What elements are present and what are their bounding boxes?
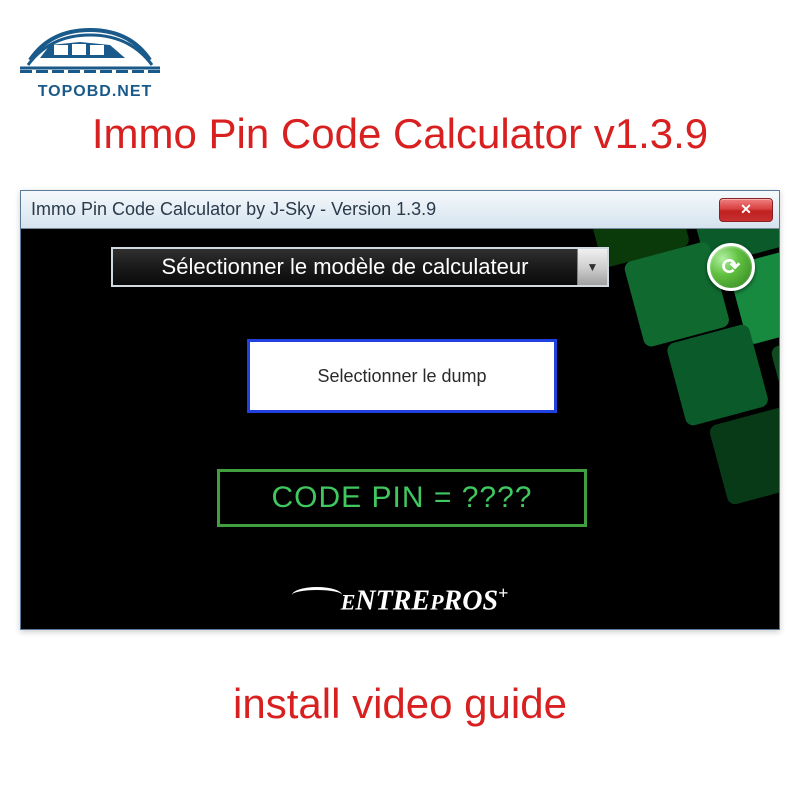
refresh-icon: ⟳	[722, 254, 740, 280]
window-title: Immo Pin Code Calculator by J-Sky - Vers…	[27, 199, 719, 220]
plus-icon: +	[498, 583, 508, 603]
app-window: Immo Pin Code Calculator by J-Sky - Vers…	[20, 190, 780, 630]
dropdown-label: Sélectionner le modèle de calculateur	[113, 254, 577, 280]
chevron-down-icon: ▼	[577, 249, 607, 285]
dump-button-label: Selectionner le dump	[317, 366, 486, 387]
close-button[interactable]: ✕	[719, 198, 773, 222]
code-pin-display: CODE PIN = ????	[217, 469, 587, 527]
car-logo-icon	[10, 10, 170, 80]
app-body: Sélectionner le modèle de calculateur ▼ …	[21, 229, 779, 629]
titlebar[interactable]: Immo Pin Code Calculator by J-Sky - Vers…	[21, 191, 779, 229]
footer-text: install video guide	[0, 680, 800, 728]
select-dump-button[interactable]: Selectionner le dump	[247, 339, 557, 413]
car-swoosh-icon	[292, 587, 342, 603]
code-pin-value: CODE PIN = ????	[272, 481, 533, 515]
brand-logo: ENTREPROS+	[21, 583, 779, 617]
brand-text: NTRE	[355, 585, 430, 616]
refresh-button[interactable]: ⟳	[707, 243, 755, 291]
close-icon: ✕	[740, 201, 752, 218]
site-name-text: TOPOBD.NET	[10, 83, 180, 101]
site-logo: TOPOBD.NET	[10, 10, 180, 101]
background-pattern	[200, 229, 779, 629]
page-heading: Immo Pin Code Calculator v1.3.9	[0, 110, 800, 158]
model-select-dropdown[interactable]: Sélectionner le modèle de calculateur ▼	[111, 247, 609, 287]
